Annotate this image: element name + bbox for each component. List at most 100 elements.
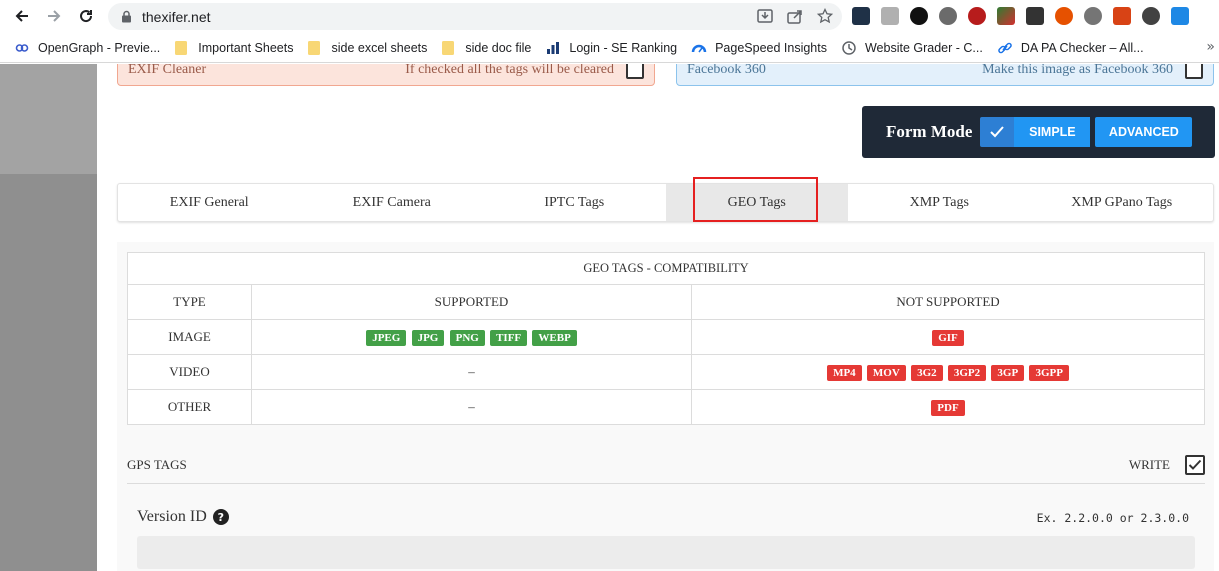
table-row: IMAGE JPEG JPG PNG TIFF WEBP GIF <box>127 319 1205 355</box>
extension-mask-icon[interactable] <box>1142 7 1160 25</box>
extension-triangle-icon[interactable] <box>997 7 1015 25</box>
advanced-mode-button[interactable]: ADVANCED <box>1095 117 1193 147</box>
bookmarks-overflow-icon[interactable]: » <box>1206 39 1215 55</box>
star-icon[interactable] <box>816 7 834 25</box>
bookmark-item[interactable]: side doc file <box>441 36 531 60</box>
share-icon[interactable] <box>786 7 804 25</box>
bookmark-item[interactable]: Login - SE Ranking <box>545 36 677 60</box>
bookmark-item[interactable]: PageSpeed Insights <box>691 36 827 60</box>
bookmark-item[interactable]: DA PA Checker – All... <box>997 36 1144 60</box>
tab-xmp-tags[interactable]: XMP Tags <box>848 184 1031 221</box>
version-id-input[interactable] <box>137 536 1195 569</box>
tag-tabs: EXIF General EXIF Camera IPTC Tags GEO Tags… <box>117 183 1214 222</box>
extension-ninja-icon[interactable] <box>910 7 928 25</box>
browser-toolbar: thexifer.net <box>0 0 1219 33</box>
facebook-360-card: Facebook 360 Make this image as Facebook… <box>676 64 1214 86</box>
help-icon[interactable]: ? <box>212 509 229 525</box>
exif-cleaner-title: EXIF Cleaner <box>128 64 207 77</box>
facebook-360-checkbox[interactable] <box>1185 64 1203 79</box>
bookmark-item[interactable]: Important Sheets <box>174 36 293 60</box>
bookmark-label: Website Grader - C... <box>864 40 983 55</box>
supported-cell: – <box>251 354 692 390</box>
tab-exif-camera[interactable]: EXIF Camera <box>301 184 484 221</box>
reload-icon[interactable] <box>72 2 100 30</box>
exif-cleaner-card: EXIF Cleaner If checked all the tags wil… <box>117 64 655 86</box>
unsupported-format-badge: GIF <box>932 329 964 346</box>
bookmark-label: side excel sheets <box>331 40 428 55</box>
not-supported-header: NOT SUPPORTED <box>691 284 1205 320</box>
unsupported-format-badge: 3GPP <box>1029 364 1069 381</box>
supported-header: SUPPORTED <box>251 284 692 320</box>
left-gutter <box>0 64 97 571</box>
extension-toolbox-icon[interactable] <box>852 7 870 25</box>
gps-tags-label: GPS TAGS <box>127 457 187 472</box>
check-icon[interactable] <box>980 117 1015 147</box>
unsupported-format-badge: 3GP <box>991 364 1025 381</box>
unsupported-format-badge: 3G2 <box>911 364 943 381</box>
extension-pen-icon[interactable] <box>939 7 957 25</box>
table-row: OTHER – PDF <box>127 389 1205 425</box>
type-header: TYPE <box>127 284 252 320</box>
pagespeed-icon <box>691 40 707 56</box>
supported-format-badge: TIFF <box>490 329 528 346</box>
bookmark-item[interactable]: side excel sheets <box>307 36 427 60</box>
not-supported-cell: GIF <box>691 319 1205 355</box>
url-text: thexifer.net <box>142 8 211 25</box>
lock-icon <box>120 10 132 24</box>
unsupported-format-badge: MP4 <box>827 364 862 381</box>
forward-icon[interactable] <box>40 2 68 30</box>
opengraph-icon <box>14 40 30 56</box>
bookmark-label: Important Sheets <box>198 40 294 55</box>
tab-iptc-tags[interactable]: IPTC Tags <box>483 184 666 221</box>
table-row: VIDEO – MP4 MOV 3G2 3GP2 3GP 3GPP <box>127 354 1205 390</box>
clock-icon <box>841 40 857 56</box>
extension-gear-icon[interactable] <box>1084 7 1102 25</box>
supported-format-badge: JPG <box>411 329 445 346</box>
facebook-360-hint: Make this image as Facebook 360 <box>982 64 1173 77</box>
unsupported-format-badge: PDF <box>931 399 965 416</box>
form-mode-panel: Form Mode SIMPLE ADVANCED <box>862 106 1215 158</box>
gps-tags-row: GPS TAGS WRITE <box>127 448 1205 484</box>
back-icon[interactable] <box>8 2 36 30</box>
extension-flower-icon[interactable] <box>1055 7 1073 25</box>
supported-format-badge: JPEG <box>366 329 407 346</box>
bookmark-item[interactable]: Website Grader - C... <box>841 36 983 60</box>
exif-cleaner-checkbox[interactable] <box>626 64 644 79</box>
supported-cell: – <box>251 389 692 425</box>
type-cell: VIDEO <box>127 354 252 390</box>
facebook-360-title: Facebook 360 <box>687 64 766 77</box>
bookmark-label: OpenGraph - Previe... <box>38 40 161 55</box>
unsupported-format-badge: 3GP2 <box>947 364 987 381</box>
extension-profile-icon[interactable] <box>881 7 899 25</box>
compatibility-table: GEO TAGS - COMPATIBILITY TYPE SUPPORTED … <box>127 252 1205 425</box>
bookmark-label: Login - SE Ranking <box>569 40 678 55</box>
tab-xmp-gpano-tags[interactable]: XMP GPano Tags <box>1031 184 1214 221</box>
extension-download-icon[interactable] <box>1171 7 1189 25</box>
supported-format-badge: PNG <box>449 329 485 346</box>
write-checkbox[interactable] <box>1185 455 1205 475</box>
folder-icon <box>307 40 323 56</box>
address-bar[interactable]: thexifer.net <box>108 3 842 30</box>
none-dash: – <box>468 364 475 379</box>
extension-m-icon[interactable] <box>1026 7 1044 25</box>
download-icon[interactable] <box>756 7 774 25</box>
extension-k-icon[interactable] <box>968 7 986 25</box>
bar-chart-icon <box>545 40 561 56</box>
tab-exif-general[interactable]: EXIF General <box>118 184 301 221</box>
link-icon <box>997 40 1013 56</box>
write-label: WRITE <box>1128 457 1170 472</box>
type-cell: IMAGE <box>127 319 252 355</box>
supported-format-badge: WEBP <box>532 329 577 346</box>
supported-cell: JPEG JPG PNG TIFF WEBP <box>251 319 692 355</box>
extension-rocket-icon[interactable] <box>1113 7 1131 25</box>
folder-icon <box>174 40 190 56</box>
simple-mode-button[interactable]: SIMPLE <box>1014 117 1091 147</box>
bookmark-item[interactable]: OpenGraph - Previe... <box>14 36 160 60</box>
bookmark-label: DA PA Checker – All... <box>1020 40 1144 55</box>
not-supported-cell: PDF <box>691 389 1205 425</box>
tab-geo-tags[interactable]: GEO Tags <box>665 184 848 221</box>
not-supported-cell: MP4 MOV 3G2 3GP2 3GP 3GPP <box>691 354 1205 390</box>
folder-icon <box>441 40 457 56</box>
compatibility-caption: GEO TAGS - COMPATIBILITY <box>127 252 1205 285</box>
version-id-label-group: Version ID ? <box>137 508 229 526</box>
